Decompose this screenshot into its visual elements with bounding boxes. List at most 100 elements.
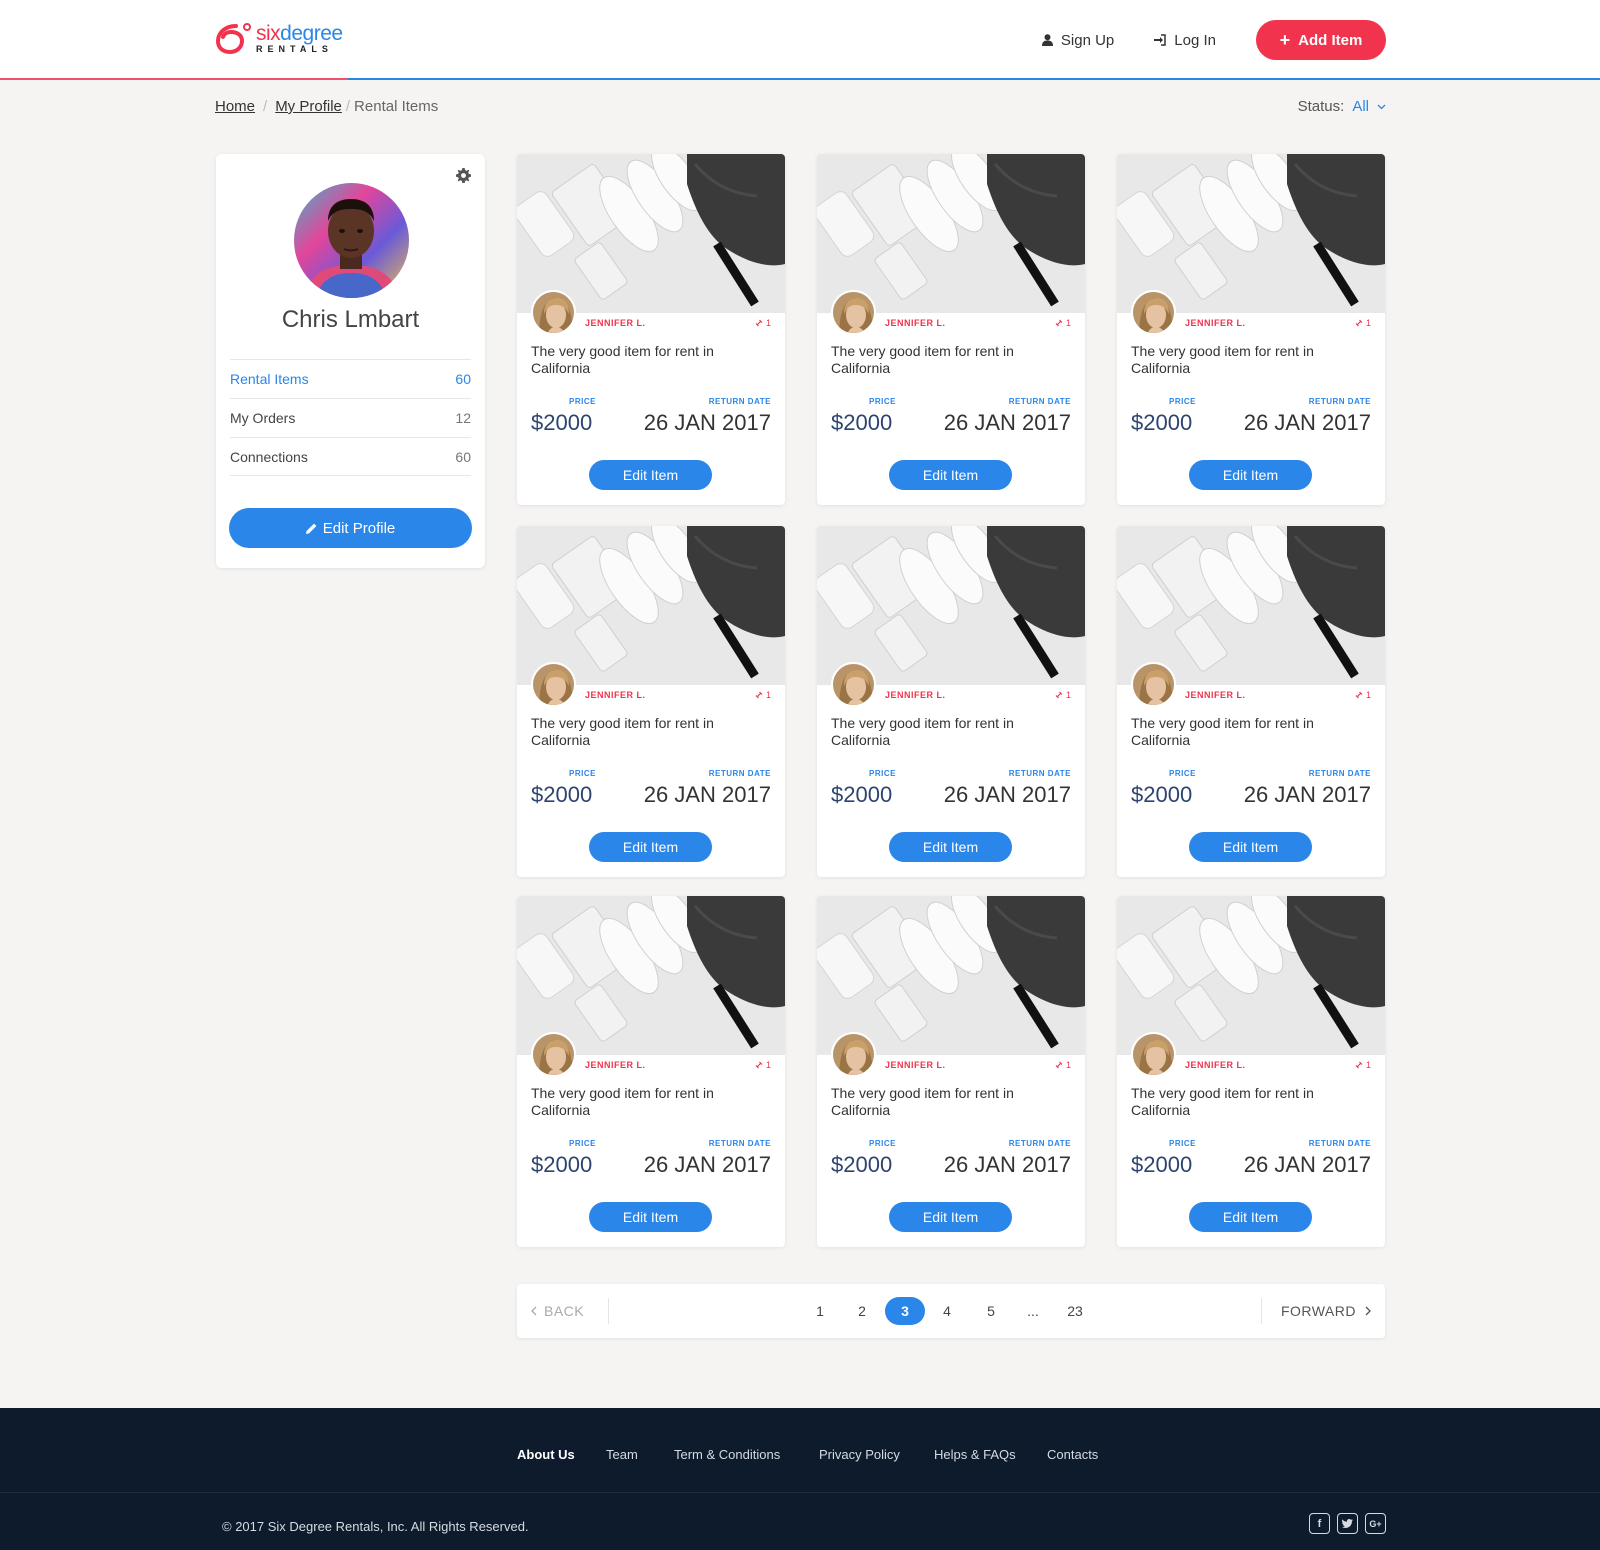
twitter-icon[interactable] bbox=[1337, 1513, 1358, 1534]
link-icon bbox=[1355, 319, 1363, 327]
owner-avatar-image bbox=[533, 664, 574, 705]
pagination-page-3[interactable]: 3 bbox=[885, 1297, 925, 1325]
item-photo[interactable] bbox=[817, 154, 1085, 313]
owner-link-count: 1 bbox=[1355, 318, 1371, 328]
owner-avatar[interactable] bbox=[831, 1032, 876, 1077]
edit-item-button[interactable]: Edit Item bbox=[889, 832, 1012, 862]
logo-mark-icon bbox=[215, 23, 251, 55]
owner-avatar[interactable] bbox=[531, 290, 576, 335]
edit-item-button[interactable]: Edit Item bbox=[1189, 1202, 1312, 1232]
logo[interactable]: sixdegree RENTALS bbox=[214, 20, 343, 56]
edit-item-button[interactable]: Edit Item bbox=[889, 460, 1012, 490]
footer-link-privacy[interactable]: Privacy Policy bbox=[819, 1447, 900, 1462]
item-photo[interactable] bbox=[517, 896, 785, 1055]
owner-name[interactable]: JENNIFER L. bbox=[885, 318, 946, 328]
profile-avatar-image bbox=[294, 183, 409, 298]
pagination-page-5[interactable]: 5 bbox=[977, 1297, 1005, 1325]
edit-item-button[interactable]: Edit Item bbox=[1189, 460, 1312, 490]
item-price: $2000 bbox=[831, 410, 893, 435]
pagination-page-4[interactable]: 4 bbox=[933, 1297, 961, 1325]
profile-menu-rental-items[interactable]: Rental Items 60 bbox=[230, 359, 471, 398]
user-icon bbox=[1041, 34, 1053, 46]
item-photo[interactable] bbox=[1117, 896, 1385, 1055]
item-title[interactable]: The very good item for rent in Californi… bbox=[1131, 1085, 1351, 1119]
rental-item-card: JENNIFER L. 1 The very good item for ren… bbox=[1117, 526, 1385, 877]
item-title[interactable]: The very good item for rent in Californi… bbox=[531, 1085, 751, 1119]
item-title[interactable]: The very good item for rent in Californi… bbox=[1131, 343, 1351, 377]
item-photo[interactable] bbox=[817, 526, 1085, 685]
add-item-button[interactable]: + Add Item bbox=[1256, 20, 1386, 60]
price-label: PRICE bbox=[569, 1139, 596, 1148]
edit-item-button[interactable]: Edit Item bbox=[1189, 832, 1312, 862]
owner-avatar[interactable] bbox=[1131, 1032, 1176, 1077]
owner-name[interactable]: JENNIFER L. bbox=[585, 1060, 646, 1070]
footer-link-contacts[interactable]: Contacts bbox=[1047, 1447, 1098, 1462]
edit-item-button[interactable]: Edit Item bbox=[589, 832, 712, 862]
item-title[interactable]: The very good item for rent in Californi… bbox=[831, 343, 1051, 377]
item-return-date: 26 JAN 2017 bbox=[643, 410, 771, 435]
pagination-forward-button[interactable]: FORWARD bbox=[1281, 1284, 1371, 1338]
owner-avatar[interactable] bbox=[831, 290, 876, 335]
item-title[interactable]: The very good item for rent in Californi… bbox=[1131, 715, 1351, 749]
price-label: PRICE bbox=[869, 1139, 896, 1148]
pagination-back-button[interactable]: BACK bbox=[531, 1284, 584, 1338]
price-label: PRICE bbox=[1169, 397, 1196, 406]
footer-link-terms[interactable]: Term & Conditions bbox=[674, 1447, 780, 1462]
owner-name[interactable]: JENNIFER L. bbox=[1185, 690, 1246, 700]
sign-up-link[interactable]: Sign Up bbox=[1041, 32, 1114, 49]
link-icon bbox=[1055, 319, 1063, 327]
pagination-page-23[interactable]: 23 bbox=[1061, 1297, 1089, 1325]
log-in-link[interactable]: Log In bbox=[1154, 32, 1216, 49]
profile-menu-count: 60 bbox=[455, 448, 471, 465]
item-photo[interactable] bbox=[517, 526, 785, 685]
item-photo[interactable] bbox=[817, 896, 1085, 1055]
owner-avatar-image bbox=[833, 664, 874, 705]
owner-avatar[interactable] bbox=[531, 662, 576, 707]
return-date-label: RETURN DATE bbox=[1008, 397, 1071, 406]
return-date-label: RETURN DATE bbox=[1308, 769, 1371, 778]
edit-item-button[interactable]: Edit Item bbox=[889, 1202, 1012, 1232]
status-filter[interactable]: Status: All bbox=[1298, 98, 1386, 115]
footer-link-about-us[interactable]: About Us bbox=[517, 1447, 575, 1462]
item-title[interactable]: The very good item for rent in Californi… bbox=[531, 715, 751, 749]
facebook-icon[interactable]: f bbox=[1309, 1513, 1330, 1534]
breadcrumb-separator: / bbox=[263, 98, 268, 115]
owner-avatar[interactable] bbox=[831, 662, 876, 707]
item-photo[interactable] bbox=[1117, 154, 1385, 313]
breadcrumb-home[interactable]: Home bbox=[215, 98, 255, 115]
google-plus-icon[interactable]: G+ bbox=[1365, 1513, 1386, 1534]
return-date-label: RETURN DATE bbox=[1008, 1139, 1071, 1148]
price-label: PRICE bbox=[569, 769, 596, 778]
profile-name: Chris Lmbart bbox=[281, 306, 420, 333]
owner-name[interactable]: JENNIFER L. bbox=[885, 690, 946, 700]
owner-name[interactable]: JENNIFER L. bbox=[585, 690, 646, 700]
item-title[interactable]: The very good item for rent in Californi… bbox=[831, 1085, 1051, 1119]
footer-link-team[interactable]: Team bbox=[606, 1447, 638, 1462]
breadcrumb-my-profile[interactable]: My Profile bbox=[275, 98, 342, 115]
owner-avatar[interactable] bbox=[1131, 290, 1176, 335]
edit-item-button[interactable]: Edit Item bbox=[589, 460, 712, 490]
item-title[interactable]: The very good item for rent in Californi… bbox=[531, 343, 751, 377]
pagination-page-1[interactable]: 1 bbox=[806, 1297, 834, 1325]
owner-avatar[interactable] bbox=[531, 1032, 576, 1077]
owner-name[interactable]: JENNIFER L. bbox=[1185, 318, 1246, 328]
pagination-page-2[interactable]: 2 bbox=[848, 1297, 876, 1325]
edit-item-button[interactable]: Edit Item bbox=[589, 1202, 712, 1232]
item-return-date: 26 JAN 2017 bbox=[1243, 410, 1371, 435]
item-photo[interactable] bbox=[517, 154, 785, 313]
footer-link-helps-faqs[interactable]: Helps & FAQs bbox=[934, 1447, 1016, 1462]
owner-name[interactable]: JENNIFER L. bbox=[885, 1060, 946, 1070]
item-title[interactable]: The very good item for rent in Californi… bbox=[831, 715, 1051, 749]
profile-menu-connections[interactable]: Connections 60 bbox=[230, 437, 471, 476]
edit-profile-button[interactable]: Edit Profile bbox=[229, 508, 472, 548]
owner-name[interactable]: JENNIFER L. bbox=[585, 318, 646, 328]
owner-avatar[interactable] bbox=[1131, 662, 1176, 707]
owner-name[interactable]: JENNIFER L. bbox=[1185, 1060, 1246, 1070]
owner-count-value: 1 bbox=[765, 690, 771, 700]
gear-icon[interactable] bbox=[456, 168, 471, 183]
item-price: $2000 bbox=[1131, 782, 1193, 807]
item-photo[interactable] bbox=[1117, 526, 1385, 685]
pagination-divider bbox=[1261, 1298, 1262, 1324]
item-return-date: 26 JAN 2017 bbox=[1243, 1152, 1371, 1177]
profile-menu-my-orders[interactable]: My Orders 12 bbox=[230, 398, 471, 437]
